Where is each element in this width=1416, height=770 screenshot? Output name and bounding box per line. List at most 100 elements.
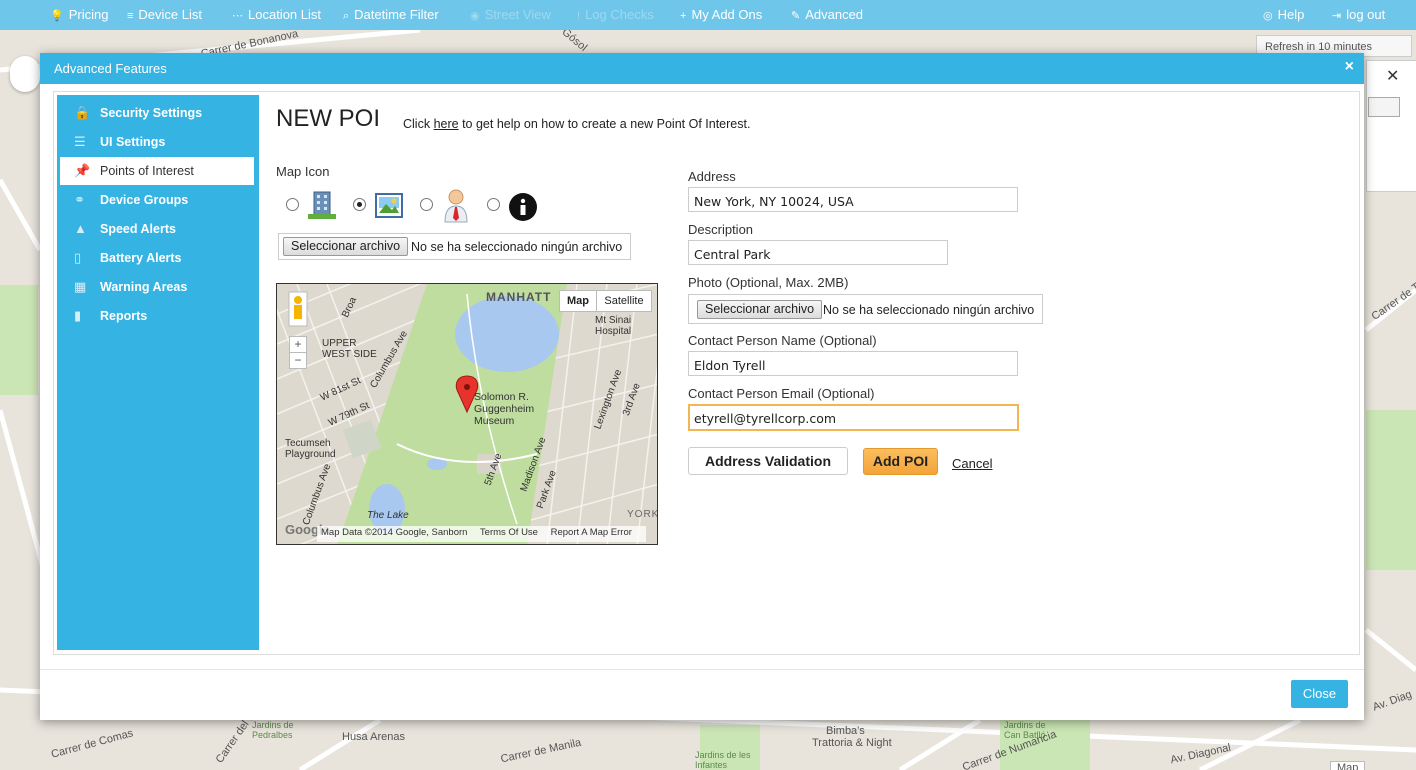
close-icon[interactable]: × — [1345, 58, 1354, 76]
map-view-toggle[interactable]: Map — [559, 290, 597, 312]
nav-log-checks[interactable]: ! Log Checks — [577, 7, 654, 22]
photo-file-status: No se ha seleccionado ningún archivo — [823, 303, 1035, 317]
file-status: No se ha seleccionado ningún archivo — [411, 240, 623, 254]
sidebar-item-security-settings[interactable]: 🔒 Security Settings — [60, 99, 254, 127]
picture-icon — [375, 193, 403, 218]
help-icon: ◎ — [1263, 10, 1273, 22]
terms-of-use-link[interactable]: Terms Of Use — [480, 527, 538, 538]
top-navigation: 💡 Pricing ≡ Device List ⋯ Location List ⌕ Da… — [0, 0, 1416, 30]
bg-park-label: Jardins de les Infantes — [695, 750, 751, 770]
modal-footer-divider — [40, 669, 1364, 670]
icon-radio-picture[interactable] — [353, 198, 366, 211]
sidebar-item-label: Device Groups — [100, 193, 189, 207]
satellite-view-toggle[interactable]: Satellite — [596, 290, 652, 312]
nav-logout[interactable]: ⇥ log out — [1332, 7, 1385, 22]
search-icon: ⌕ — [343, 10, 350, 22]
bg-map-type-button[interactable]: Map — [1330, 761, 1366, 770]
info-icon — [509, 193, 537, 221]
nav-label: Device List — [138, 7, 202, 22]
bar-chart-icon: ▮ — [74, 308, 82, 323]
group-icon: ⚭ — [74, 192, 85, 207]
poi-location-map[interactable]: + − Map Satellite MANHATT Mt Sinai Hospi… — [276, 283, 658, 545]
sidebar-item-warning-areas[interactable]: ▦ Warning Areas — [60, 273, 254, 301]
bg-place-label: Trattoria & Night — [812, 737, 892, 749]
minimap-zoom-in-button[interactable]: + — [289, 336, 307, 353]
nav-device-list[interactable]: ≡ Device List — [127, 7, 202, 22]
minimap-label: Tecumseh Playground — [285, 438, 336, 460]
modal-title: Advanced Features — [54, 61, 167, 76]
sidebar-item-label: UI Settings — [100, 135, 166, 149]
sidebar-item-battery-alerts[interactable]: ▯ Battery Alerts — [60, 244, 254, 272]
minimap-label: Mt Sinai Hospital — [595, 315, 632, 337]
sidebar-item-ui-settings[interactable]: ☰ UI Settings — [60, 128, 254, 156]
contact-name-input[interactable]: Eldon Tyrell — [688, 351, 1018, 376]
sidebar-item-label: Reports — [100, 309, 148, 323]
nav-my-add-ons[interactable]: + My Add Ons — [680, 7, 762, 22]
nav-label: Pricing — [68, 7, 109, 22]
icon-radio-info[interactable] — [487, 198, 500, 211]
map-area-icon: ▦ — [74, 279, 87, 294]
minimap-label: The Lake — [367, 510, 409, 521]
report-map-error-link[interactable]: Report A Map Error — [551, 527, 632, 538]
minimap-zoom-out-button[interactable]: − — [289, 352, 307, 369]
sidebar-item-label: Speed Alerts — [100, 222, 176, 236]
nav-help[interactable]: ◎ Help — [1263, 7, 1304, 22]
list-icon: ≡ — [127, 10, 134, 22]
map-icon-file-input[interactable]: Seleccionar archivo No se ha seleccionad… — [278, 233, 631, 260]
bg-place-label: Bimba's — [826, 725, 865, 737]
icon-radio-person[interactable] — [420, 198, 433, 211]
nav-location-list[interactable]: ⋯ Location List — [232, 7, 321, 22]
sidebar-item-label: Warning Areas — [100, 280, 188, 294]
building-icon — [308, 191, 336, 219]
help-link[interactable]: here — [434, 117, 459, 131]
minimap-label: YORKV — [627, 509, 657, 520]
contact-name-label: Contact Person Name (Optional) — [688, 333, 877, 348]
new-poi-form: NEW POI Click here to get help on how to… — [276, 95, 1346, 645]
close-button[interactable]: Close — [1291, 680, 1348, 708]
bg-park-label: Jardins de Pedralbes — [252, 720, 294, 740]
nav-label: Location List — [248, 7, 321, 22]
nav-label: Help — [1277, 7, 1305, 22]
bg-pan-control[interactable] — [10, 56, 40, 92]
address-input[interactable]: New York, NY 10024, USA — [688, 187, 1018, 212]
logout-icon: ⇥ — [1332, 10, 1342, 22]
plus-icon: + — [680, 10, 687, 22]
help-text-prefix: Click — [403, 117, 434, 131]
contact-email-label: Contact Person Email (Optional) — [688, 386, 875, 401]
modal-body: 🔒 Security Settings ☰ UI Settings 📌 Points … — [53, 91, 1360, 655]
minimap-label: Solomon R. Guggenheim Museum — [474, 391, 535, 427]
photo-file-input[interactable]: Seleccionar archivo No se ha seleccionad… — [688, 294, 1043, 324]
nav-pricing[interactable]: 💡 Pricing — [50, 7, 108, 22]
photo-label: Photo (Optional, Max. 2MB) — [688, 275, 849, 290]
sidebar-item-points-of-interest[interactable]: 📌 Points of Interest — [60, 157, 254, 185]
add-poi-button[interactable]: Add POI — [863, 448, 938, 475]
sidebar-item-speed-alerts[interactable]: ▲ Speed Alerts — [60, 215, 254, 243]
nav-label: Street View — [484, 7, 551, 22]
nav-label: log out — [1346, 7, 1386, 22]
bg-panel-select[interactable] — [1368, 97, 1400, 117]
map-data-attribution: Map Data ©2014 Google, Sanborn — [321, 527, 468, 538]
choose-file-button[interactable]: Seleccionar archivo — [283, 237, 409, 256]
lightbulb-icon: 💡 — [50, 10, 64, 22]
warning-icon: ▲ — [74, 221, 87, 236]
nav-street-view[interactable]: ◉ Street View — [470, 7, 551, 22]
eye-icon: ◉ — [470, 10, 480, 22]
nav-datetime-filter[interactable]: ⌕ Datetime Filter — [343, 7, 439, 23]
sidebar-item-label: Battery Alerts — [100, 251, 182, 265]
choose-photo-button[interactable]: Seleccionar archivo — [697, 300, 823, 319]
bg-panel-close-icon[interactable]: ✕ — [1386, 66, 1399, 86]
contact-email-input[interactable]: etyrell@tyrellcorp.com — [688, 404, 1019, 431]
sidebar-item-device-groups[interactable]: ⚭ Device Groups — [60, 186, 254, 214]
nav-advanced[interactable]: ✎ Advanced — [791, 7, 863, 22]
exclamation-icon: ! — [577, 10, 581, 22]
nav-label: Advanced — [805, 7, 864, 22]
sidebar-item-label: Security Settings — [100, 106, 203, 120]
sidebar-item-reports[interactable]: ▮ Reports — [60, 302, 254, 330]
lock-icon: 🔒 — [74, 105, 91, 120]
address-validation-button[interactable]: Address Validation — [688, 447, 848, 475]
help-text: Click here to get help on how to create … — [403, 117, 750, 131]
cancel-link[interactable]: Cancel — [952, 456, 992, 471]
help-text-suffix: to get help on how to create a new Point… — [458, 117, 751, 131]
icon-radio-building[interactable] — [286, 198, 299, 211]
description-input[interactable]: Central Park — [688, 240, 948, 265]
